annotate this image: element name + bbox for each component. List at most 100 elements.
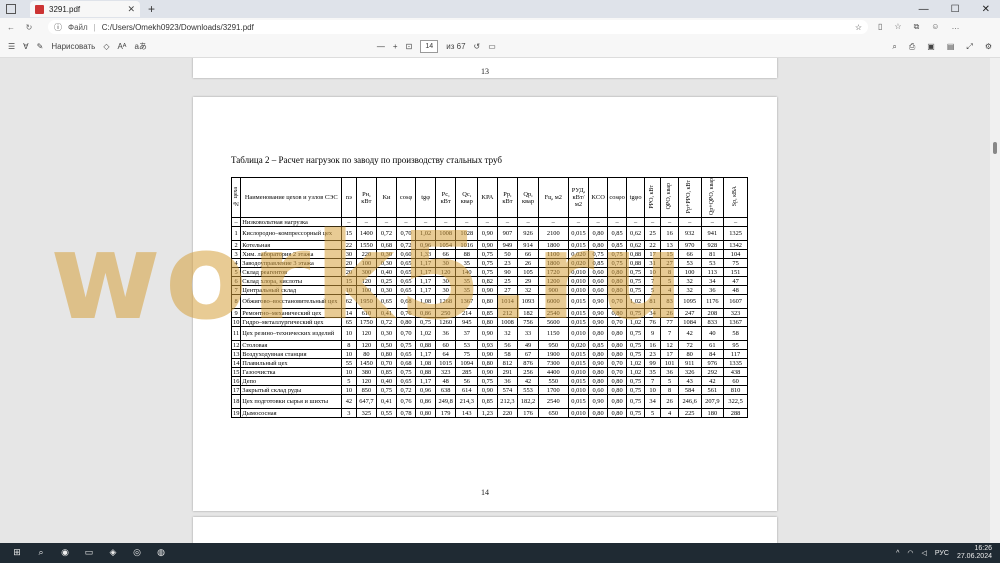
page-number-label: 13: [481, 67, 489, 76]
profile-icon[interactable]: ☺: [931, 22, 939, 32]
settings-gear-icon[interactable]: ⚙: [985, 42, 992, 52]
tab-active[interactable]: 3291.pdf ✕: [30, 1, 140, 17]
search-icon[interactable]: ⌕: [892, 42, 896, 52]
table-cell: 10: [341, 285, 357, 296]
column-header-label: KCO: [591, 194, 605, 202]
tray-chevron-icon[interactable]: ^: [896, 550, 899, 557]
column-header: Qр+QРО, квар: [700, 176, 725, 219]
split-screen-icon[interactable]: ▯: [878, 22, 882, 32]
table-cell: 0,75: [626, 394, 645, 410]
clock[interactable]: 16:26 27.06.2024: [957, 545, 992, 561]
save-as-icon[interactable]: ▤: [947, 42, 955, 52]
table-cell: 179: [434, 408, 457, 419]
table-of-contents-icon[interactable]: ☰: [8, 42, 15, 51]
print-icon[interactable]: ⎙: [909, 42, 915, 52]
rotate-icon[interactable]: ↺: [474, 42, 481, 51]
table-cell: 292: [700, 367, 725, 378]
back-icon[interactable]: ←: [4, 23, 18, 32]
chrome-icon[interactable]: ◎: [130, 547, 144, 559]
table-cell: 610: [355, 308, 378, 319]
close-window-icon[interactable]: ✕: [982, 4, 990, 15]
draw-button[interactable]: Нарисовать: [51, 42, 95, 51]
erase-icon[interactable]: ◇: [103, 42, 109, 51]
workshop-name-cell: Склад реагентов: [240, 267, 343, 278]
table-cell: 14: [230, 358, 242, 369]
table-cell: 207,9: [700, 394, 725, 410]
table-cell: 1325: [723, 226, 748, 242]
table-cell: 182: [517, 308, 539, 319]
zoom-in-icon[interactable]: +: [393, 42, 398, 51]
table-cell: 0,88: [415, 367, 436, 378]
app-icon[interactable]: ◈: [106, 547, 120, 559]
page-total: из 67: [446, 42, 466, 51]
vertical-scrollbar[interactable]: [990, 58, 1000, 543]
table-cell: 7: [660, 326, 679, 342]
table-cell: 0,85: [588, 258, 608, 269]
edge-icon[interactable]: ◉: [58, 547, 72, 559]
table-cell: 0,90: [588, 294, 608, 310]
zoom-out-icon[interactable]: —: [377, 42, 385, 51]
read-aloud-icon[interactable]: aあ: [134, 41, 146, 52]
table-cell: 13: [230, 349, 242, 360]
column-header: Pс, кВт: [434, 176, 457, 219]
pdf-viewer[interactable]: 13 Таблица 2 – Расчет нагрузок по заводу…: [0, 58, 1000, 543]
table-cell: 58: [723, 326, 748, 342]
table-cell: –: [588, 217, 608, 228]
table-cell: 0,65: [395, 349, 417, 360]
more-menu-icon[interactable]: …: [951, 22, 959, 32]
page-number-input[interactable]: 14: [420, 40, 439, 53]
table-row: 4 Заводоуправление 3 этажа 20 100 0,30 0,65 1,…: [230, 258, 748, 269]
browser-actions: ▯ ☆ ⧉ ☺ …: [878, 22, 959, 32]
table-cell: 42: [517, 376, 539, 387]
draw-icon[interactable]: ✎: [37, 42, 44, 51]
system-tray: ^ ◠ ◁ РУС 16:26 27.06.2024: [896, 545, 992, 561]
network-icon[interactable]: ◠: [907, 549, 913, 557]
file-explorer-icon[interactable]: ▭: [82, 547, 96, 559]
collections-icon[interactable]: ⧉: [914, 22, 920, 32]
highlight-icon[interactable]: ∀: [23, 42, 28, 51]
table-cell: 0,80: [606, 267, 628, 278]
table-cell: 614: [455, 385, 479, 396]
refresh-icon[interactable]: ↻: [22, 23, 36, 32]
browser-app-icon[interactable]: ◍: [154, 547, 168, 559]
table-cell: 1,08: [415, 294, 436, 310]
close-tab-icon[interactable]: ✕: [127, 4, 135, 15]
table-cell: 120: [434, 267, 457, 278]
table-cell: 0,90: [588, 308, 608, 319]
table-cell: 30: [434, 285, 457, 296]
fullscreen-icon[interactable]: ⤢: [966, 42, 972, 52]
volume-icon[interactable]: ◁: [922, 549, 927, 557]
page-view-icon[interactable]: ▭: [488, 42, 496, 51]
fit-page-icon[interactable]: ⊡: [406, 42, 413, 51]
table-cell: 77: [660, 317, 679, 328]
table-cell: 0,80: [606, 385, 628, 396]
column-header: PРО, кВт: [643, 176, 662, 219]
table-cell: 7300: [537, 358, 569, 369]
maximize-icon[interactable]: ☐: [951, 4, 960, 15]
language-indicator[interactable]: РУС: [935, 550, 949, 557]
search-icon[interactable]: ⌕: [34, 547, 48, 559]
table-cell: 2540: [537, 308, 569, 319]
table-cell: 0,90: [477, 226, 498, 242]
pdf-page-next: [193, 517, 777, 543]
column-header-label: Наименование цехов и узлов СЭС: [244, 194, 338, 202]
column-header: Qр, квар: [517, 176, 539, 219]
favorites-icon[interactable]: ☆: [894, 22, 901, 32]
url-field[interactable]: ⓘ Файл | C:/Users/Omekh0923/Downloads/32…: [48, 20, 868, 34]
table-cell: –: [395, 217, 417, 228]
table-cell: –: [537, 217, 569, 228]
table-cell: 53: [700, 258, 725, 269]
table-cell: 0,80: [477, 317, 498, 328]
table-cell: 67: [517, 349, 539, 360]
table-cell: 61: [700, 340, 725, 351]
text-icon[interactable]: Aᴬ: [117, 42, 126, 51]
save-icon[interactable]: ▣: [927, 42, 935, 52]
table-row: 15 Газоочистка 10 380 0,85 0,75 0,88 323 285 0,90…: [230, 367, 748, 378]
minimize-icon[interactable]: —: [919, 4, 929, 15]
new-tab-button[interactable]: +: [148, 2, 155, 16]
workshop-name-cell: Дымососная: [240, 408, 343, 419]
scrollbar-thumb[interactable]: [993, 142, 997, 154]
start-icon[interactable]: ⊞: [10, 547, 24, 559]
workspaces-icon[interactable]: [6, 4, 16, 14]
favorite-star-icon[interactable]: ☆: [855, 23, 862, 32]
